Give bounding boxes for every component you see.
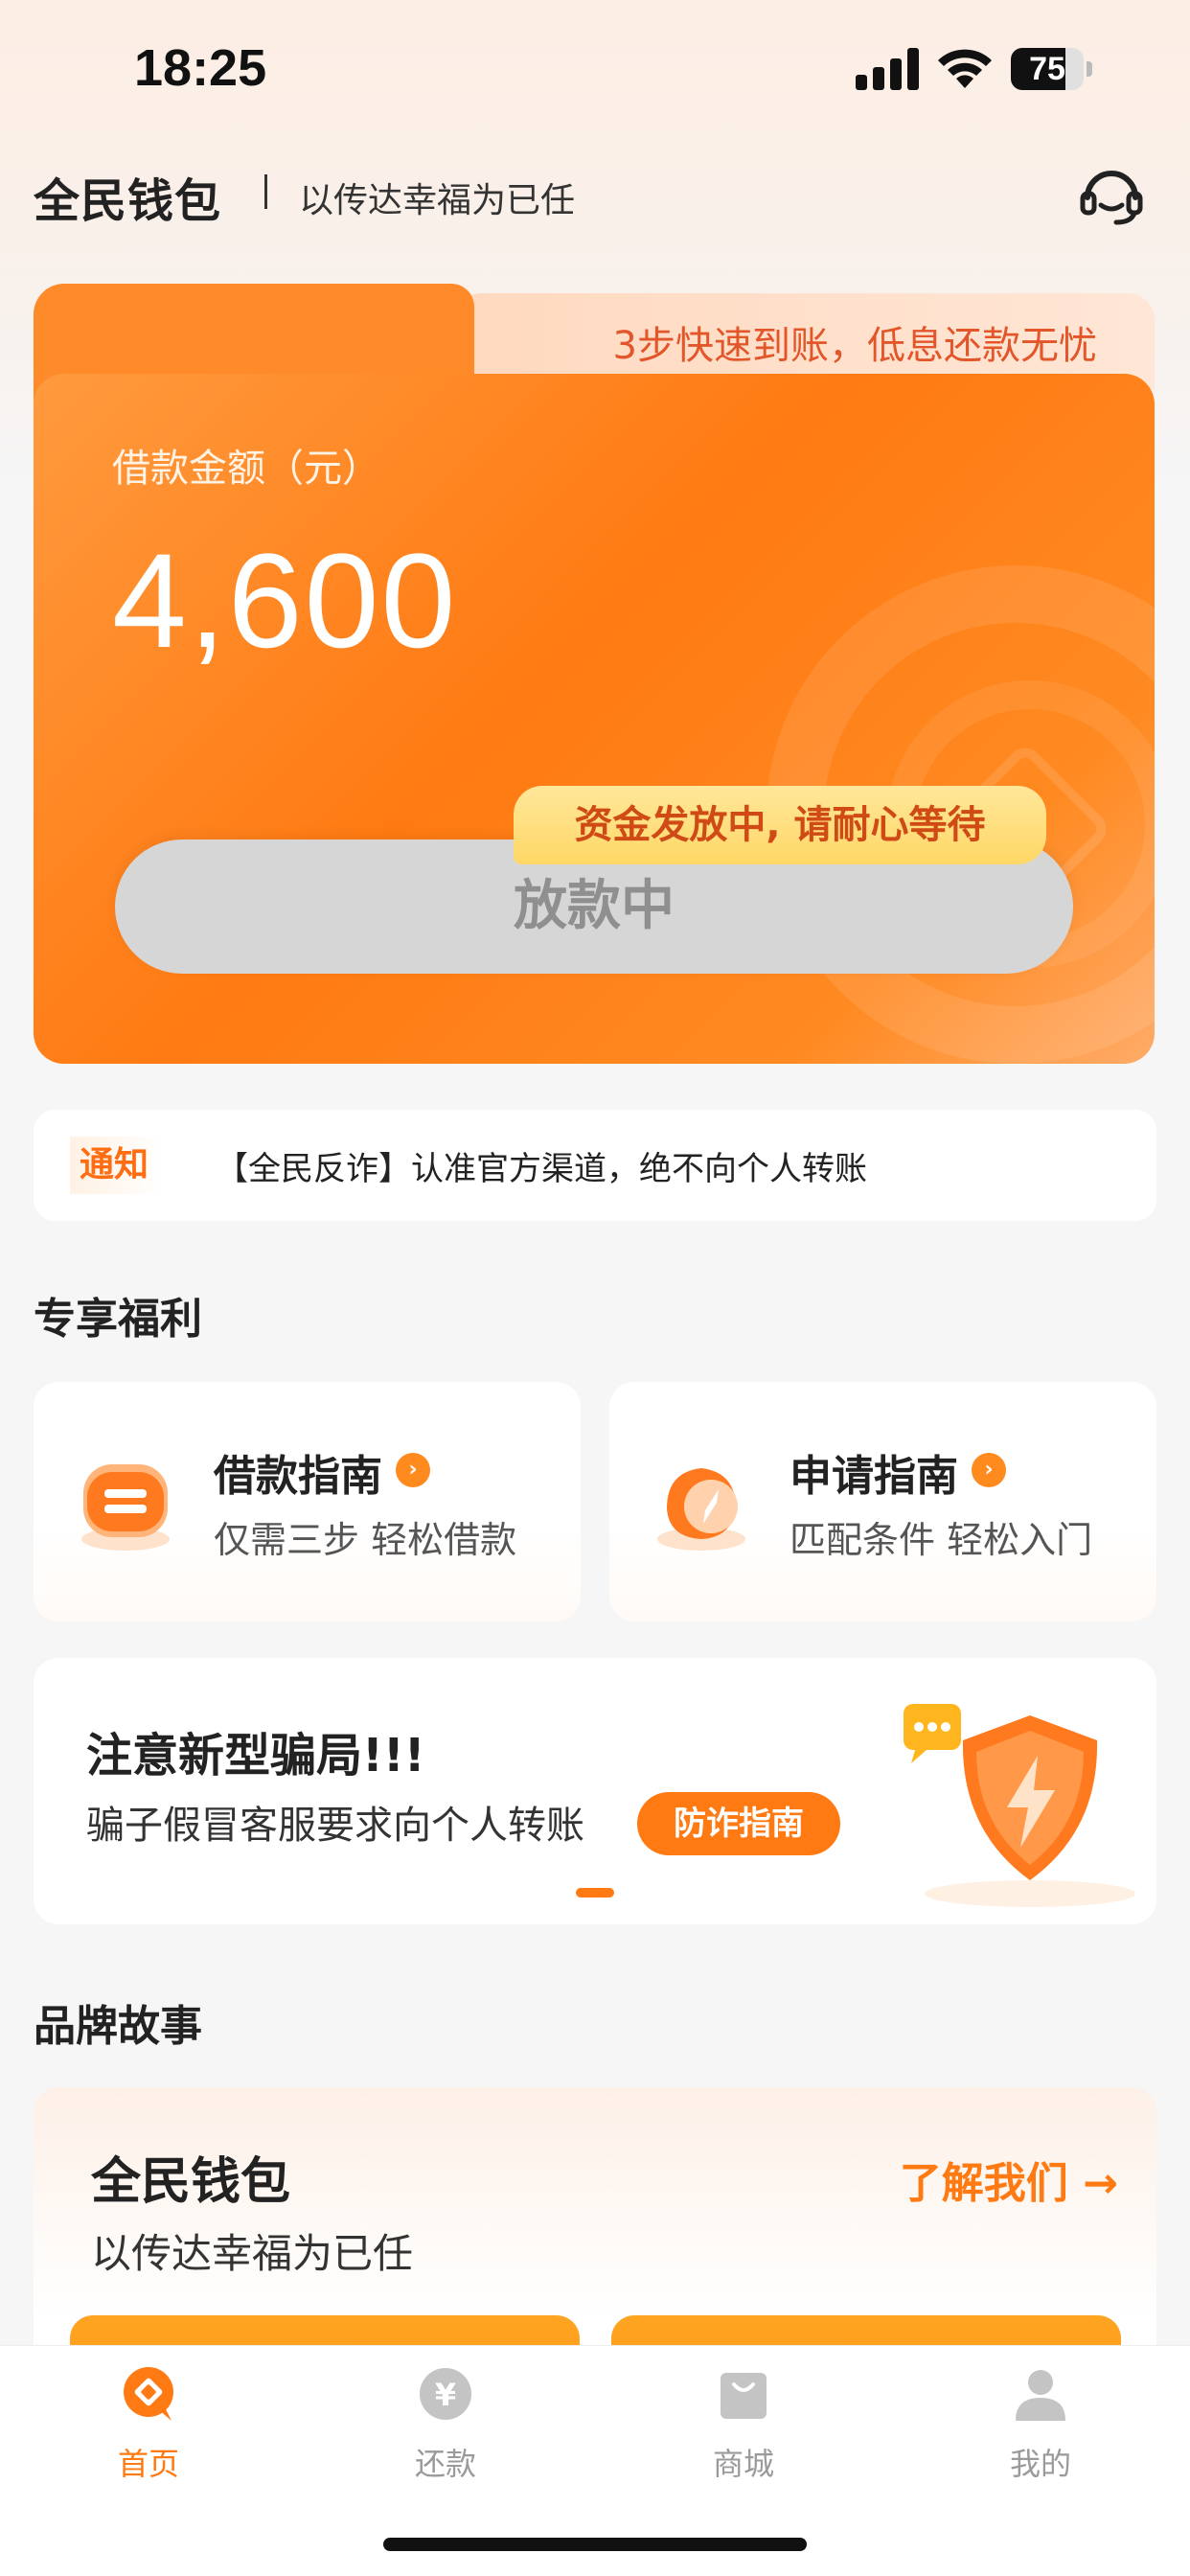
notice-bar[interactable]: 通知 【全民反诈】认准官方渠道，绝不向个人转账 [34,1110,1156,1221]
customer-service-icon[interactable] [1078,163,1145,226]
app-header: 全民钱包 以传达幸福为已任 [34,163,1164,228]
header-divider [264,174,267,209]
tab-mall-label: 商城 [712,2446,774,2482]
shield-lightning-icon [904,1704,1135,1907]
notice-text: 【全民反诈】认准官方渠道，绝不向个人转账 [216,1150,867,1188]
promo-ribbon-text: 3步快速到账，低息还款无忧 [612,324,1097,368]
loan-guide-icon [81,1464,170,1551]
tab-repay-label: 还款 [414,2446,476,2482]
chevron-right-icon: › [396,1453,430,1487]
anti-fraud-banner[interactable]: 注意新型骗局!!! 骗子假冒客服要求向个人转账 防诈指南 [34,1658,1156,1924]
brand-story-title: 全民钱包 [91,2153,291,2211]
apply-guide-card[interactable]: 申请指南 › 匹配条件 轻松入门 [609,1382,1156,1622]
tab-home-label: 首页 [117,2446,179,2482]
wifi-icon [938,49,992,88]
carousel-indicator [576,1888,614,1898]
tab-mine-label: 我的 [1009,2446,1071,2482]
tab-mine[interactable]: 我的 [945,2365,1136,2499]
about-us-link[interactable]: 了解我们 → [900,2149,1118,2210]
brand-story-subtitle: 以传达幸福为已任 [91,2230,414,2277]
anti-fraud-guide-button[interactable]: 防诈指南 [637,1792,840,1855]
brand-title: 全民钱包 [34,174,222,228]
chevron-right-icon: › [972,1453,1006,1487]
fraud-banner-title: 注意新型骗局!!! [86,1729,425,1782]
disbursing-tip-bubble: 资金发放中, 请耐心等待 [514,786,1046,864]
home-icon [124,2367,173,2421]
brand-story-section-title: 品牌故事 [34,2002,202,2051]
cellular-signal-icon [856,48,919,90]
status-bar: 18:25 75 [0,0,1190,144]
battery-percent: 75 [1029,51,1065,87]
loan-guide-subtitle: 仅需三步 轻松借款 [214,1519,517,1561]
loan-guide-card[interactable]: 借款指南 › 仅需三步 轻松借款 [34,1382,581,1622]
loan-amount-value: 4,600 [112,525,458,676]
brand-slogan: 以传达幸福为已任 [299,181,576,220]
apply-guide-title: 申请指南 [790,1452,958,1501]
home-indicator [383,2538,807,2551]
benefits-section-title: 专享福利 [34,1295,202,1344]
profile-icon [1016,2370,1065,2421]
tab-home[interactable]: 首页 [53,2365,244,2499]
notice-tag: 通知 [70,1137,166,1194]
tab-mall[interactable]: 商城 [648,2365,839,2499]
loan-guide-title: 借款指南 [214,1452,382,1501]
fraud-banner-subtitle: 骗子假冒客服要求向个人转账 [86,1804,584,1848]
status-time: 18:25 [134,39,267,97]
battery-icon: 75 [1011,48,1092,90]
svg-text:¥: ¥ [435,2377,456,2413]
tab-repay[interactable]: ¥ 还款 [350,2365,541,2499]
compass-icon [657,1468,745,1551]
shopping-bag-icon [721,2373,767,2419]
loan-amount-label: 借款金额（元） [112,447,380,491]
apply-guide-subtitle: 匹配条件 轻松入门 [790,1519,1093,1561]
yuan-icon: ¥ [420,2368,471,2420]
